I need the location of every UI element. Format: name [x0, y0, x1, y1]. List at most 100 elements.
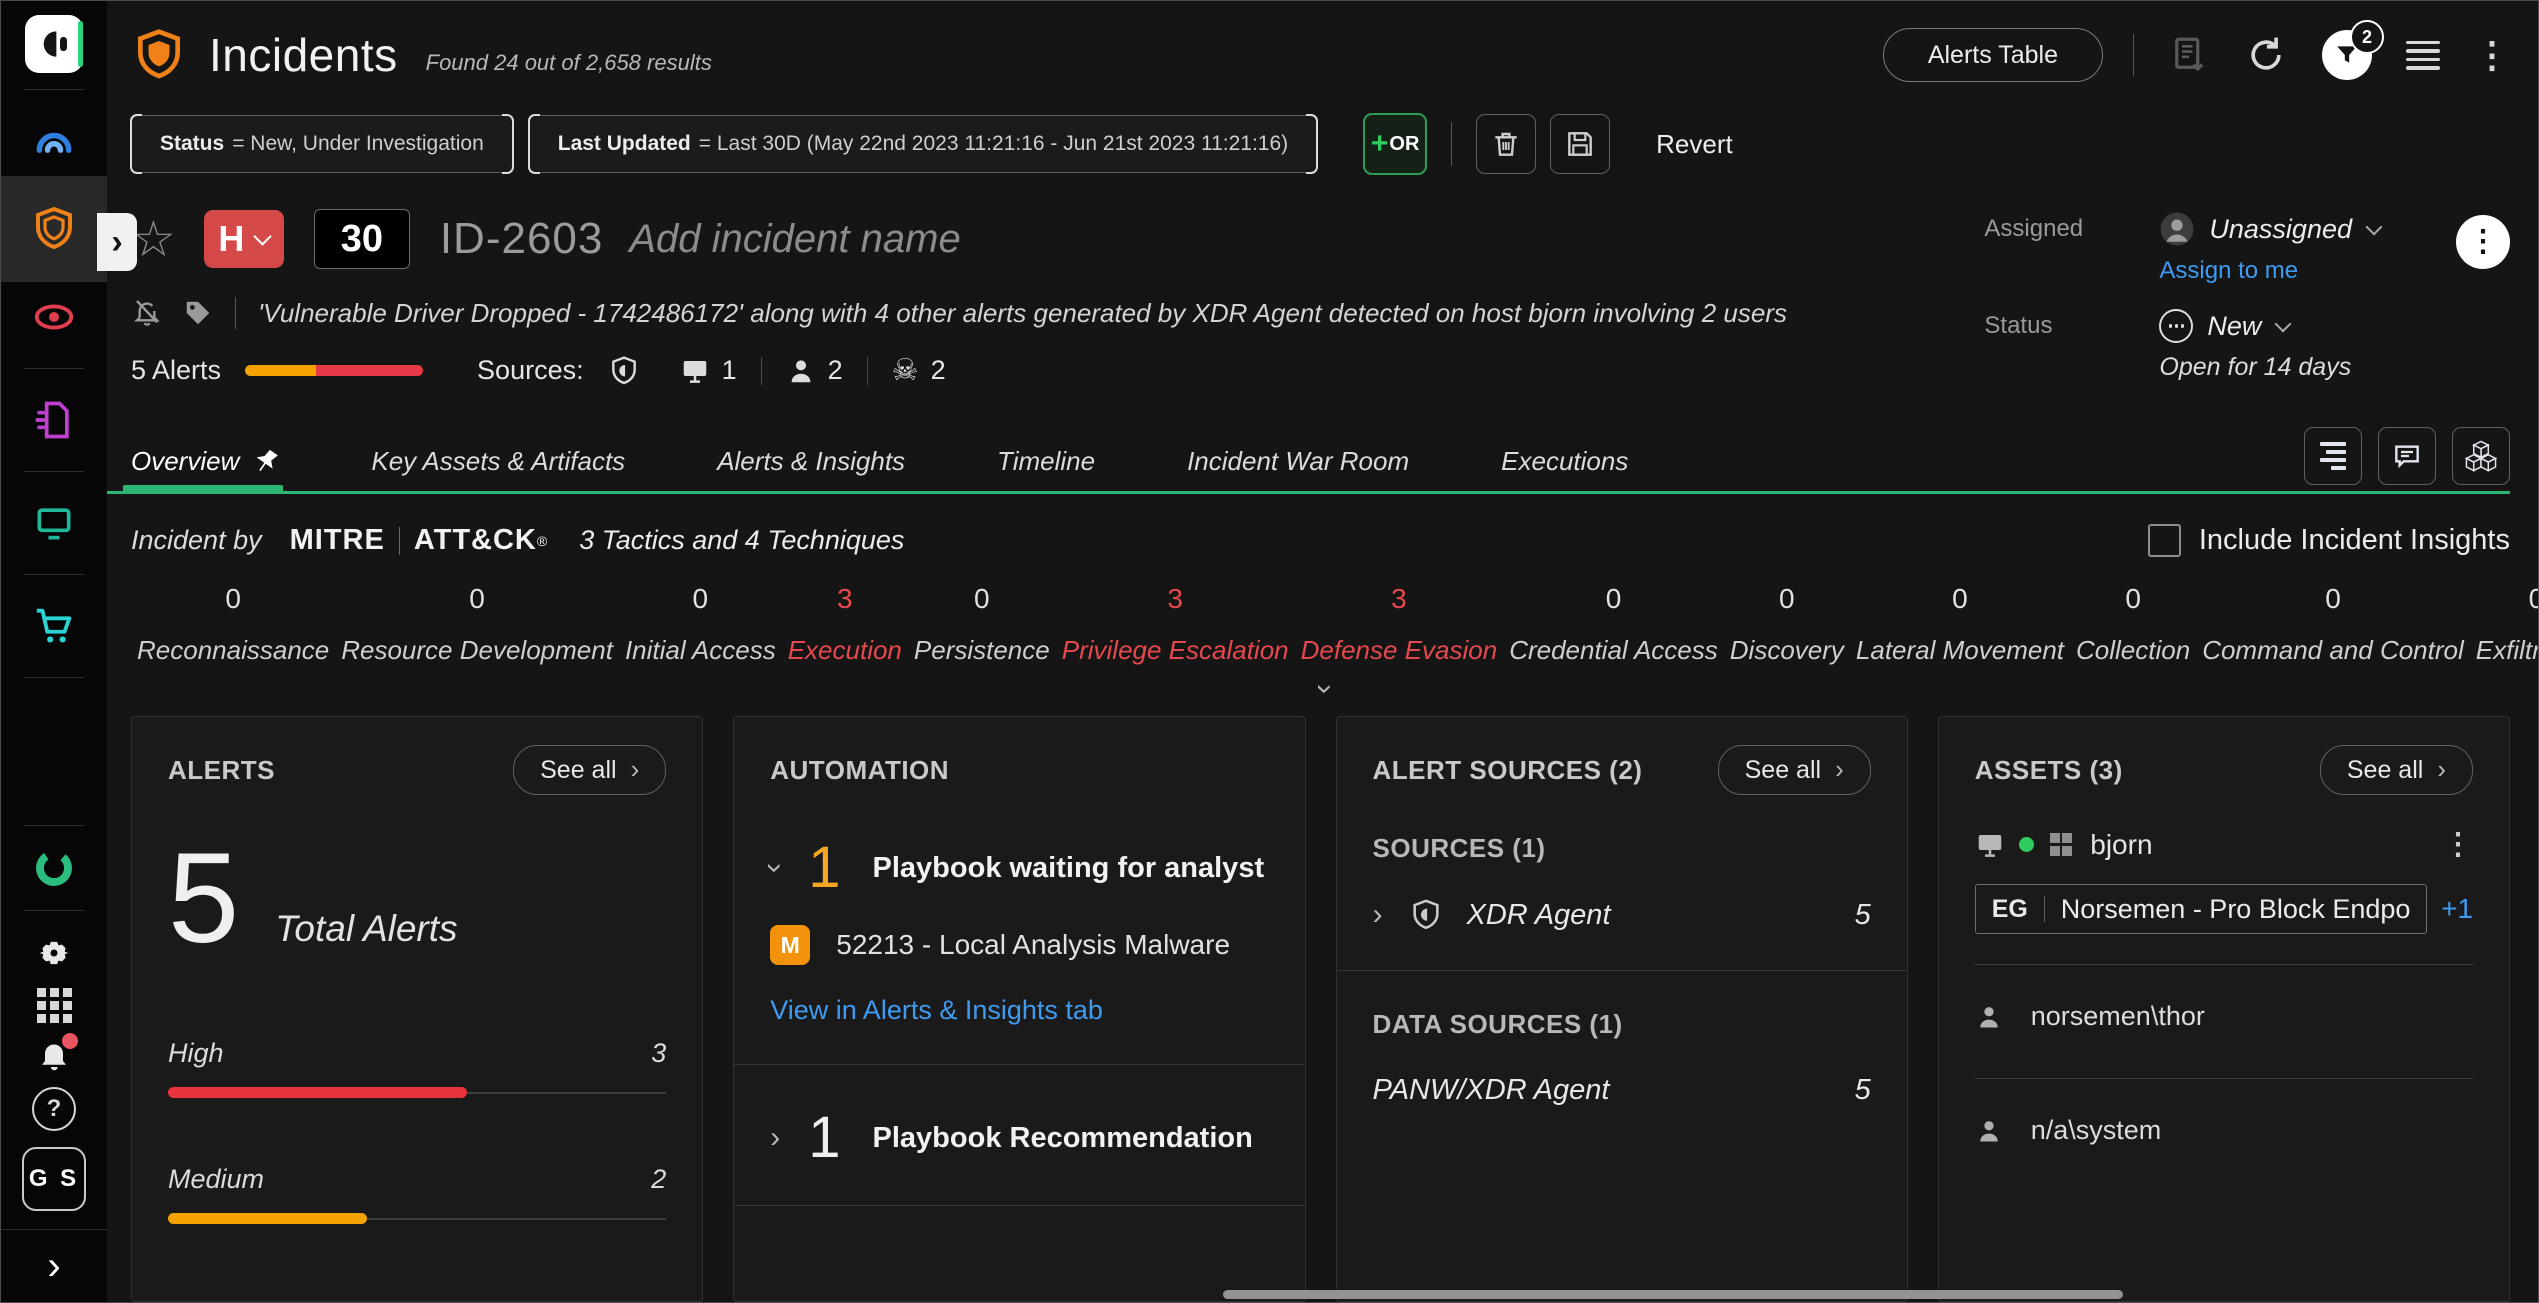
- tab-executions[interactable]: Executions: [1501, 428, 1628, 494]
- user-row[interactable]: n/a\system: [1975, 1115, 2473, 1146]
- settings-button[interactable]: [1, 927, 107, 979]
- sidebar-flyout-tab[interactable]: ›: [97, 213, 137, 271]
- tactic-lateral-movement[interactable]: 0Lateral Movement: [1850, 583, 2070, 666]
- high-severity-bar: [168, 1087, 666, 1098]
- notifications-button[interactable]: [1, 1031, 107, 1083]
- data-source-row[interactable]: PANW/XDR Agent 5: [1373, 1074, 1871, 1107]
- incident-name-input[interactable]: Add incident name: [629, 217, 960, 262]
- incident-actions-button[interactable]: ⋮: [2456, 215, 2510, 269]
- assets-see-all-button[interactable]: See all ›: [2320, 745, 2473, 795]
- tab-war-room[interactable]: Incident War Room: [1187, 428, 1409, 494]
- trash-icon: [1490, 128, 1522, 160]
- severity-badge[interactable]: H: [204, 210, 284, 268]
- severity-letter: H: [218, 218, 244, 260]
- sidebar-item-prisma[interactable]: [1, 842, 107, 894]
- sidebar-item-endpoints[interactable]: [1, 488, 107, 558]
- incident-id: ID-2603: [440, 214, 604, 264]
- save-filter-button[interactable]: [1550, 114, 1610, 174]
- filter-pill-status[interactable]: Status = New, Under Investigation: [131, 115, 513, 173]
- medium-value: 2: [651, 1164, 666, 1195]
- sidebar-item-investigation[interactable]: [1, 282, 107, 352]
- tab-key-assets[interactable]: Key Assets & Artifacts: [371, 428, 625, 494]
- tactic-defense-evasion[interactable]: 3Defense Evasion: [1295, 583, 1504, 666]
- automation-count: 1: [808, 839, 840, 897]
- view-alerts-insights-link[interactable]: View in Alerts & Insights tab: [770, 995, 1268, 1026]
- tab-timeline[interactable]: Timeline: [997, 428, 1095, 494]
- mitre-row: Incident by MITRE ATT&CK ® 3 Tactics and…: [131, 524, 2510, 557]
- more-groups-link[interactable]: +1: [2441, 893, 2473, 925]
- horizontal-scrollbar[interactable]: [1223, 1290, 2123, 1299]
- kebab-icon: ⋮: [2474, 37, 2510, 73]
- assign-to-me-link[interactable]: Assign to me: [2159, 257, 2380, 285]
- mitre-prefix: Incident by: [131, 525, 262, 556]
- export-report-icon: [2168, 34, 2210, 76]
- see-all-label: See all: [540, 756, 616, 785]
- tactic-exfiltration[interactable]: 0Exfiltration: [2470, 583, 2539, 666]
- total-alerts-value: 5: [168, 845, 239, 954]
- host-actions-button[interactable]: ⋮: [2443, 827, 2473, 862]
- alerts-table-button[interactable]: Alerts Table: [1883, 28, 2103, 82]
- user-avatar[interactable]: G S: [22, 1147, 86, 1211]
- sidebar-item-monitoring[interactable]: [1, 106, 107, 176]
- add-or-filter-button[interactable]: + OR: [1363, 113, 1427, 175]
- tactic-collection[interactable]: 0Collection: [2070, 583, 2196, 666]
- host-row[interactable]: bjorn ⋮: [1975, 827, 2473, 862]
- assignee-dropdown[interactable]: Unassigned: [2159, 211, 2380, 247]
- help-button[interactable]: ?: [1, 1083, 107, 1135]
- notes-view-button[interactable]: [2304, 427, 2362, 485]
- refresh-button[interactable]: [2244, 33, 2288, 77]
- tactic-persistence[interactable]: 0Persistence: [908, 583, 1056, 666]
- endpoint-group-name: Norsemen - Pro Block Endpoin...: [2061, 894, 2410, 925]
- tactic-initial-access[interactable]: 0Initial Access: [619, 583, 782, 666]
- endpoint-group-tag[interactable]: EG Norsemen - Pro Block Endpoin...: [1975, 884, 2427, 934]
- playbook-row[interactable]: M 52213 - Local Analysis Malware: [770, 925, 1268, 965]
- revert-button[interactable]: Revert: [1656, 129, 1733, 160]
- sidebar-item-incidents[interactable]: [1, 176, 107, 282]
- sidebar-bottom: ? G S ›: [1, 809, 107, 1302]
- card-divider: [1975, 964, 2473, 965]
- cortex-logo[interactable]: [25, 15, 83, 73]
- include-insights-checkbox[interactable]: [2148, 524, 2181, 557]
- muted-bell-icon[interactable]: [131, 297, 163, 329]
- tactic-reconnaissance[interactable]: 0Reconnaissance: [131, 583, 335, 666]
- comments-button[interactable]: [2378, 427, 2436, 485]
- delete-filter-button[interactable]: [1476, 114, 1536, 174]
- collapse-tactics-button[interactable]: ›: [131, 676, 2510, 702]
- include-insights-label: Include Incident Insights: [2199, 524, 2510, 557]
- tactics-summary: 3 Tactics and 4 Techniques: [579, 525, 904, 556]
- more-options-button[interactable]: ⋮: [2474, 37, 2510, 73]
- assigned-label: Assigned: [1984, 215, 2159, 243]
- filter-pill-last-updated[interactable]: Last Updated = Last 30D (May 22nd 2023 1…: [529, 115, 1317, 173]
- apps-button[interactable]: [1, 979, 107, 1031]
- status-dropdown[interactable]: New: [2159, 309, 2380, 343]
- card-divider: [734, 1205, 1304, 1206]
- alerts-see-all-button[interactable]: See all ›: [513, 745, 666, 795]
- medium-severity-bar: [168, 1213, 666, 1224]
- tactic-privilege-escalation[interactable]: 3Privilege Escalation: [1056, 583, 1295, 666]
- export-report-button[interactable]: [2168, 34, 2210, 76]
- tactic-credential-access[interactable]: 0Credential Access: [1503, 583, 1724, 666]
- automation-item-waiting[interactable]: › 1 Playbook waiting for analyst: [770, 839, 1268, 897]
- tactic-discovery[interactable]: 0Discovery: [1724, 583, 1850, 666]
- sidebar-expand-button[interactable]: ›: [1, 1229, 107, 1302]
- tactic-execution[interactable]: 3Execution: [782, 583, 908, 666]
- user-row[interactable]: norsemen\thor: [1975, 1001, 2473, 1032]
- comment-icon: [2391, 440, 2423, 472]
- document-icon: [32, 398, 76, 442]
- sidebar-item-marketplace[interactable]: [1, 591, 107, 661]
- tactic-resource-development[interactable]: 0Resource Development: [335, 583, 619, 666]
- star-icon[interactable]: ☆: [131, 214, 176, 264]
- menu-button[interactable]: [2406, 41, 2440, 70]
- automation-item-recommendation[interactable]: › 1 Playbook Recommendation: [770, 1109, 1268, 1167]
- alert-sources-see-all-button[interactable]: See all ›: [1718, 745, 1871, 795]
- blocks-button[interactable]: [2452, 427, 2510, 485]
- tactic-command-and-control[interactable]: 0Command and Control: [2196, 583, 2470, 666]
- source-row-xdr-agent[interactable]: › XDR Agent 5: [1373, 898, 1871, 932]
- sidebar-item-reports[interactable]: [1, 385, 107, 455]
- tab-overview[interactable]: Overview: [131, 428, 279, 494]
- alerts-card-title: ALERTS: [168, 755, 275, 786]
- endpoint-icon: [680, 356, 710, 386]
- tag-icon[interactable]: [183, 298, 213, 328]
- filter-button[interactable]: 2: [2322, 30, 2372, 80]
- tab-alerts-insights[interactable]: Alerts & Insights: [717, 428, 905, 494]
